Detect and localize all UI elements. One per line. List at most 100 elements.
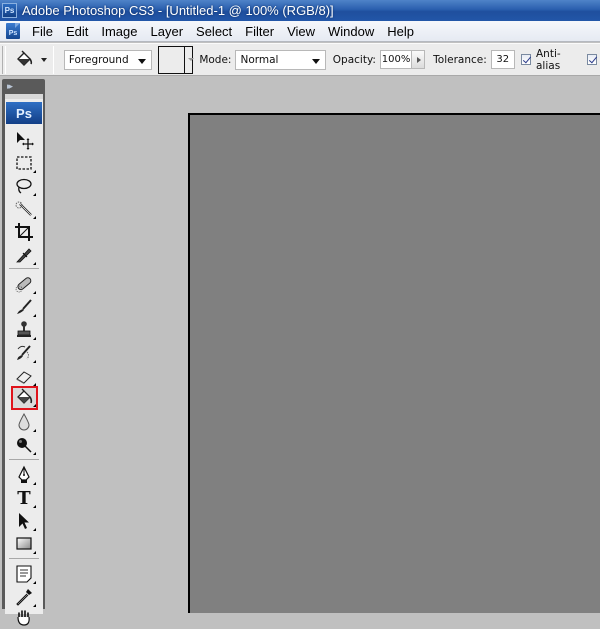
eraser-tool[interactable] <box>12 365 36 387</box>
menu-file[interactable]: File <box>27 21 61 42</box>
tolerance-label: Tolerance: <box>433 53 487 66</box>
blur-tool[interactable] <box>12 411 36 433</box>
toolbox: ▸▸ Ps T <box>2 79 45 626</box>
dodge-icon <box>17 438 32 453</box>
tool-group-indicator <box>33 581 36 584</box>
tool-group-indicator <box>33 216 36 219</box>
toolbox-collapse-button[interactable]: ▸▸ <box>7 82 13 92</box>
paint-bucket-icon <box>16 388 32 404</box>
menu-select[interactable]: Select <box>191 21 240 42</box>
pattern-picker[interactable] <box>158 45 195 74</box>
title-bar: Ps Adobe Photoshop CS3 - [Untitled-1 @ 1… <box>0 0 600 21</box>
tool-group-indicator <box>33 429 36 432</box>
chevron-down-icon <box>138 58 147 64</box>
toolbox-separator <box>9 558 39 559</box>
move-icon <box>17 132 34 150</box>
eyedropper-tool[interactable] <box>12 586 36 608</box>
fill-source-value: Foreground <box>68 53 129 66</box>
tool-group-indicator <box>33 551 36 554</box>
crop-icon <box>15 223 33 241</box>
hand-icon <box>17 610 30 626</box>
tool-group-indicator <box>33 404 36 407</box>
window-title: Adobe Photoshop CS3 - [Untitled-1 @ 100%… <box>22 3 334 18</box>
menu-image[interactable]: Image <box>96 21 145 42</box>
healing-brush-icon <box>15 277 32 293</box>
toolbox-separator <box>9 268 39 269</box>
tool-group-indicator <box>33 291 36 294</box>
mode-label: Mode: <box>199 53 232 66</box>
tool-group-indicator <box>33 314 36 317</box>
tool-group-indicator <box>33 193 36 196</box>
slice-tool[interactable] <box>12 244 36 266</box>
tool-options-bar: Foreground Mode: Normal Opacity: 100% To… <box>0 43 600 76</box>
toolbox-panel: Ps T <box>5 94 43 626</box>
menu-layer[interactable]: Layer <box>146 21 192 42</box>
chevron-down-icon <box>311 58 320 64</box>
toolbox-separator <box>9 459 39 460</box>
move-tool[interactable] <box>12 129 36 151</box>
mode-value: Normal <box>240 53 279 66</box>
opacity-slider-button[interactable] <box>412 50 426 69</box>
menu-filter[interactable]: Filter <box>240 21 282 42</box>
document-canvas[interactable] <box>188 113 600 613</box>
brush-tool[interactable] <box>12 296 36 318</box>
path-selection-tool[interactable] <box>12 510 36 532</box>
clone-stamp-icon <box>17 321 31 337</box>
opacity-input[interactable]: 100% <box>379 50 413 69</box>
paint-bucket-icon <box>16 50 32 66</box>
dodge-tool[interactable] <box>12 434 36 456</box>
eyedropper-icon <box>16 589 32 606</box>
blur-drop-icon <box>18 412 30 431</box>
mode-select[interactable]: Normal <box>235 49 326 70</box>
menu-bar: Ps File Edit Image Layer Select Filter V… <box>0 21 600 42</box>
marquee-tool[interactable] <box>12 152 36 174</box>
menu-window[interactable]: Window <box>323 21 382 42</box>
shape-tool[interactable] <box>12 533 36 555</box>
crop-tool[interactable] <box>12 221 36 243</box>
quick-selection-icon <box>15 201 32 216</box>
pen-tool[interactable] <box>12 464 36 486</box>
tool-group-indicator <box>33 452 36 455</box>
tool-group-indicator <box>33 528 36 531</box>
tool-preset-dropdown-arrow[interactable] <box>40 57 47 62</box>
type-icon: T <box>17 487 31 509</box>
history-brush-tool[interactable] <box>12 342 36 364</box>
notes-tool[interactable] <box>12 563 36 585</box>
tolerance-value: 32 <box>496 54 510 65</box>
tool-group-indicator <box>33 262 36 265</box>
notes-icon <box>16 565 32 583</box>
options-separator <box>52 45 54 74</box>
clone-stamp-tool[interactable] <box>12 319 36 341</box>
opacity-label: Opacity: <box>332 53 376 66</box>
lasso-tool[interactable] <box>12 175 36 197</box>
quick-selection-tool[interactable] <box>12 198 36 220</box>
hand-tool[interactable] <box>12 607 36 629</box>
type-tool[interactable]: T <box>12 487 36 509</box>
pattern-swatch <box>159 46 186 73</box>
tool-group-indicator <box>33 360 36 363</box>
paint-bucket-tool[interactable] <box>11 386 38 410</box>
anti-alias-checkbox[interactable] <box>520 54 531 65</box>
contiguous-checkbox[interactable] <box>586 54 598 65</box>
opacity-value: 100% <box>381 54 411 65</box>
tool-preset-picker[interactable] <box>6 47 47 73</box>
menu-help[interactable]: Help <box>382 21 422 42</box>
tool-group-indicator <box>33 482 36 485</box>
rectangular-marquee-icon <box>16 156 32 170</box>
tolerance-input[interactable]: 32 <box>490 50 515 69</box>
eraser-icon <box>16 371 32 384</box>
workspace: ▸▸ Ps T <box>0 77 600 626</box>
menu-edit[interactable]: Edit <box>61 21 96 42</box>
tool-group-indicator <box>33 337 36 340</box>
lasso-icon <box>16 178 32 194</box>
ps-logo[interactable]: Ps <box>6 102 42 124</box>
ps-app-icon[interactable]: Ps <box>2 3 17 18</box>
fill-source-select[interactable]: Foreground <box>63 49 153 70</box>
healing-brush-tool[interactable] <box>12 273 36 295</box>
pattern-dropdown-icon[interactable] <box>185 47 195 73</box>
brush-icon <box>17 299 32 314</box>
photoshop-document-icon[interactable]: Ps <box>4 22 21 40</box>
tool-group-indicator <box>33 170 36 173</box>
slice-icon <box>16 248 32 263</box>
menu-view[interactable]: View <box>282 21 323 42</box>
